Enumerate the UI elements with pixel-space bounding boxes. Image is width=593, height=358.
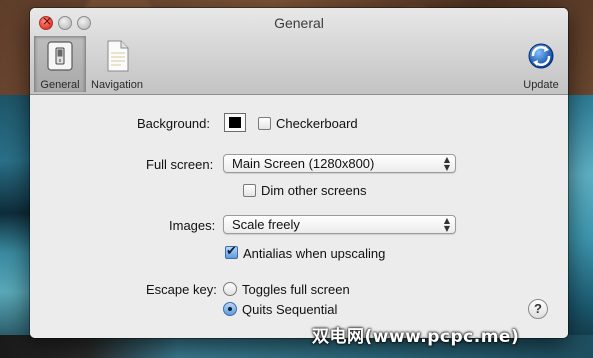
images-label: Images: [169,218,216,233]
background-color-well[interactable] [224,113,246,132]
images-popup[interactable]: Scale freely ▲ ▼ [223,215,456,234]
escape-key-label: Escape key: [146,282,217,297]
help-button[interactable]: ? [528,299,548,319]
toolbar-navigation-tab[interactable]: Navigation [87,36,147,92]
watermark-text: 双电网(www.pcpc.me) [312,327,520,347]
antialias-label: Antialias when upscaling [243,246,386,261]
escape-quit-label: Quits Sequential [242,302,338,317]
window-toolbar: General General Navigation [30,8,568,95]
fullscreen-popup-value: Main Screen (1280x800) [232,156,375,171]
fullscreen-label: Full screen: [146,157,214,172]
refresh-globe-icon [524,40,558,77]
dim-screens-label: Dim other screens [261,183,367,198]
escape-toggle-radio[interactable] [223,282,237,296]
desktop-background-right [568,95,593,358]
antialias-checkbox[interactable] [225,244,238,259]
dim-screens-checkbox[interactable] [243,184,256,197]
checkerboard-label: Checkerboard [276,116,358,131]
toolbar-general-tab[interactable]: General [34,36,86,92]
popup-arrows-icon: ▲ ▼ [443,216,450,233]
desktop-background-left [0,95,30,358]
images-popup-value: Scale freely [232,217,300,232]
background-label: Background: [137,116,210,131]
escape-quit-radio[interactable] [223,302,237,316]
background-color-swatch [229,117,241,128]
popup-arrows-icon: ▲ ▼ [443,155,450,172]
toolbar-general-label: General [40,79,80,91]
toolbar-update-button[interactable]: Update [518,36,564,92]
switch-icon [45,40,75,77]
toolbar-navigation-label: Navigation [91,79,143,91]
checkerboard-checkbox[interactable] [258,117,271,130]
document-icon [103,40,131,77]
toolbar-update-label: Update [523,79,559,91]
window-title: General [274,15,324,31]
escape-toggle-label: Toggles full screen [242,282,350,297]
fullscreen-popup[interactable]: Main Screen (1280x800) ▲ ▼ [223,154,456,173]
